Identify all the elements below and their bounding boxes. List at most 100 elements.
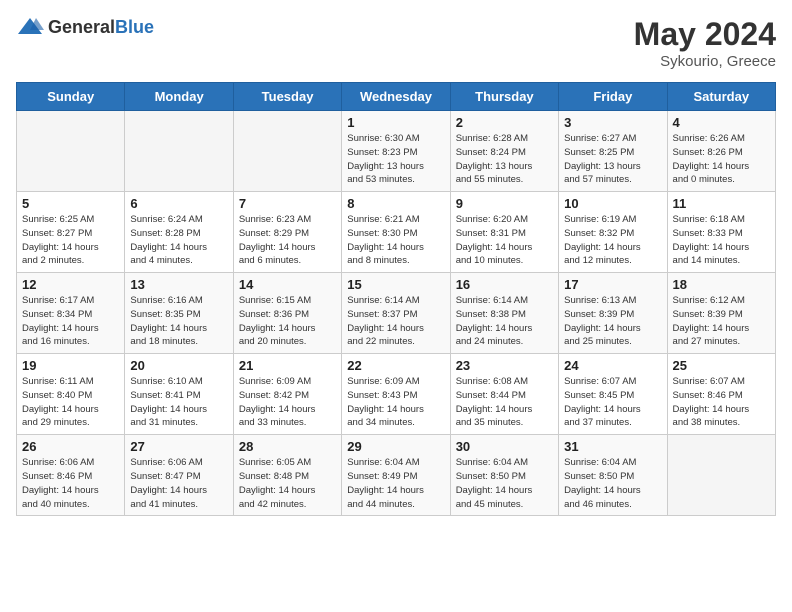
calendar-week-row: 26 Sunrise: 6:06 AM Sunset: 8:46 PM Dayli… [17, 435, 776, 516]
day-number: 13 [130, 277, 227, 292]
day-info: Sunrise: 6:04 AM Sunset: 8:50 PM Dayligh… [564, 456, 661, 511]
calendar-cell: 21 Sunrise: 6:09 AM Sunset: 8:42 PM Dayli… [233, 354, 341, 435]
day-number: 29 [347, 439, 444, 454]
day-of-week-header: Friday [559, 83, 667, 111]
calendar-cell: 13 Sunrise: 6:16 AM Sunset: 8:35 PM Dayli… [125, 273, 233, 354]
calendar-cell: 26 Sunrise: 6:06 AM Sunset: 8:46 PM Dayli… [17, 435, 125, 516]
calendar-cell: 24 Sunrise: 6:07 AM Sunset: 8:45 PM Dayli… [559, 354, 667, 435]
day-number: 15 [347, 277, 444, 292]
day-info: Sunrise: 6:04 AM Sunset: 8:49 PM Dayligh… [347, 456, 444, 511]
day-number: 1 [347, 115, 444, 130]
day-info: Sunrise: 6:04 AM Sunset: 8:50 PM Dayligh… [456, 456, 553, 511]
calendar-cell [17, 111, 125, 192]
calendar-cell: 30 Sunrise: 6:04 AM Sunset: 8:50 PM Dayli… [450, 435, 558, 516]
calendar-cell: 2 Sunrise: 6:28 AM Sunset: 8:24 PM Daylig… [450, 111, 558, 192]
calendar-cell [125, 111, 233, 192]
page-header: GeneralBlue May 2024 Sykourio, Greece [16, 16, 776, 70]
calendar-cell [233, 111, 341, 192]
calendar-week-row: 12 Sunrise: 6:17 AM Sunset: 8:34 PM Dayli… [17, 273, 776, 354]
day-number: 10 [564, 196, 661, 211]
day-info: Sunrise: 6:15 AM Sunset: 8:36 PM Dayligh… [239, 294, 336, 349]
calendar-cell: 28 Sunrise: 6:05 AM Sunset: 8:48 PM Dayli… [233, 435, 341, 516]
day-info: Sunrise: 6:19 AM Sunset: 8:32 PM Dayligh… [564, 213, 661, 268]
day-number: 8 [347, 196, 444, 211]
day-number: 4 [673, 115, 770, 130]
calendar-cell: 31 Sunrise: 6:04 AM Sunset: 8:50 PM Dayli… [559, 435, 667, 516]
calendar-cell: 8 Sunrise: 6:21 AM Sunset: 8:30 PM Daylig… [342, 192, 450, 273]
calendar-cell: 3 Sunrise: 6:27 AM Sunset: 8:25 PM Daylig… [559, 111, 667, 192]
day-info: Sunrise: 6:09 AM Sunset: 8:42 PM Dayligh… [239, 375, 336, 430]
day-info: Sunrise: 6:23 AM Sunset: 8:29 PM Dayligh… [239, 213, 336, 268]
calendar-cell: 25 Sunrise: 6:07 AM Sunset: 8:46 PM Dayli… [667, 354, 775, 435]
calendar-cell: 20 Sunrise: 6:10 AM Sunset: 8:41 PM Dayli… [125, 354, 233, 435]
calendar-week-row: 19 Sunrise: 6:11 AM Sunset: 8:40 PM Dayli… [17, 354, 776, 435]
day-number: 26 [22, 439, 119, 454]
calendar-cell: 9 Sunrise: 6:20 AM Sunset: 8:31 PM Daylig… [450, 192, 558, 273]
calendar-cell: 6Sunrise: 6:24 AM Sunset: 8:28 PM Daylig… [125, 192, 233, 273]
day-info: Sunrise: 6:11 AM Sunset: 8:40 PM Dayligh… [22, 375, 119, 430]
logo-blue: Blue [115, 17, 154, 37]
location: Sykourio, Greece [634, 53, 776, 70]
calendar-cell: 1 Sunrise: 6:30 AM Sunset: 8:23 PM Daylig… [342, 111, 450, 192]
day-info: Sunrise: 6:14 AM Sunset: 8:38 PM Dayligh… [456, 294, 553, 349]
day-info: Sunrise: 6:25 AM Sunset: 8:27 PM Dayligh… [22, 213, 119, 268]
calendar-week-row: 1 Sunrise: 6:30 AM Sunset: 8:23 PM Daylig… [17, 111, 776, 192]
calendar-cell: 23Sunrise: 6:08 AM Sunset: 8:44 PM Dayli… [450, 354, 558, 435]
calendar-cell: 12 Sunrise: 6:17 AM Sunset: 8:34 PM Dayli… [17, 273, 125, 354]
day-number: 25 [673, 358, 770, 373]
calendar-cell: 22 Sunrise: 6:09 AM Sunset: 8:43 PM Dayli… [342, 354, 450, 435]
day-number: 24 [564, 358, 661, 373]
calendar-cell: 18 Sunrise: 6:12 AM Sunset: 8:39 PM Dayli… [667, 273, 775, 354]
day-info: Sunrise: 6:30 AM Sunset: 8:23 PM Dayligh… [347, 132, 444, 187]
day-number: 11 [673, 196, 770, 211]
day-number: 28 [239, 439, 336, 454]
day-number: 9 [456, 196, 553, 211]
day-info: Sunrise: 6:10 AM Sunset: 8:41 PM Dayligh… [130, 375, 227, 430]
day-of-week-header: Saturday [667, 83, 775, 111]
day-info: Sunrise: 6:09 AM Sunset: 8:43 PM Dayligh… [347, 375, 444, 430]
day-number: 21 [239, 358, 336, 373]
day-number: 16 [456, 277, 553, 292]
day-info: Sunrise: 6:20 AM Sunset: 8:31 PM Dayligh… [456, 213, 553, 268]
day-info: Sunrise: 6:13 AM Sunset: 8:39 PM Dayligh… [564, 294, 661, 349]
day-info: Sunrise: 6:06 AM Sunset: 8:47 PM Dayligh… [130, 456, 227, 511]
day-of-week-header: Thursday [450, 83, 558, 111]
day-number: 19 [22, 358, 119, 373]
day-of-week-header: Sunday [17, 83, 125, 111]
month-year: May 2024 [634, 16, 776, 53]
logo: GeneralBlue [16, 16, 154, 38]
day-info: Sunrise: 6:21 AM Sunset: 8:30 PM Dayligh… [347, 213, 444, 268]
logo-general: General [48, 17, 115, 37]
day-info: Sunrise: 6:12 AM Sunset: 8:39 PM Dayligh… [673, 294, 770, 349]
day-info: Sunrise: 6:05 AM Sunset: 8:48 PM Dayligh… [239, 456, 336, 511]
day-info: Sunrise: 6:28 AM Sunset: 8:24 PM Dayligh… [456, 132, 553, 187]
day-info: Sunrise: 6:24 AM Sunset: 8:28 PM Dayligh… [130, 213, 227, 268]
day-info: Sunrise: 6:16 AM Sunset: 8:35 PM Dayligh… [130, 294, 227, 349]
calendar-cell: 17 Sunrise: 6:13 AM Sunset: 8:39 PM Dayli… [559, 273, 667, 354]
day-info: Sunrise: 6:26 AM Sunset: 8:26 PM Dayligh… [673, 132, 770, 187]
calendar-cell: 19 Sunrise: 6:11 AM Sunset: 8:40 PM Dayli… [17, 354, 125, 435]
calendar-cell: 14Sunrise: 6:15 AM Sunset: 8:36 PM Dayli… [233, 273, 341, 354]
day-number: 30 [456, 439, 553, 454]
day-number: 27 [130, 439, 227, 454]
day-number: 3 [564, 115, 661, 130]
day-number: 31 [564, 439, 661, 454]
calendar-cell: 29 Sunrise: 6:04 AM Sunset: 8:49 PM Dayli… [342, 435, 450, 516]
day-number: 17 [564, 277, 661, 292]
day-info: Sunrise: 6:27 AM Sunset: 8:25 PM Dayligh… [564, 132, 661, 187]
day-info: Sunrise: 6:07 AM Sunset: 8:45 PM Dayligh… [564, 375, 661, 430]
logo-text: GeneralBlue [48, 17, 154, 38]
day-number: 2 [456, 115, 553, 130]
day-number: 18 [673, 277, 770, 292]
day-info: Sunrise: 6:07 AM Sunset: 8:46 PM Dayligh… [673, 375, 770, 430]
day-number: 20 [130, 358, 227, 373]
day-number: 5 [22, 196, 119, 211]
logo-icon [16, 16, 44, 38]
day-number: 22 [347, 358, 444, 373]
day-info: Sunrise: 6:06 AM Sunset: 8:46 PM Dayligh… [22, 456, 119, 511]
day-info: Sunrise: 6:14 AM Sunset: 8:37 PM Dayligh… [347, 294, 444, 349]
day-of-week-header: Wednesday [342, 83, 450, 111]
calendar-cell: 10 Sunrise: 6:19 AM Sunset: 8:32 PM Dayli… [559, 192, 667, 273]
day-info: Sunrise: 6:17 AM Sunset: 8:34 PM Dayligh… [22, 294, 119, 349]
day-number: 12 [22, 277, 119, 292]
